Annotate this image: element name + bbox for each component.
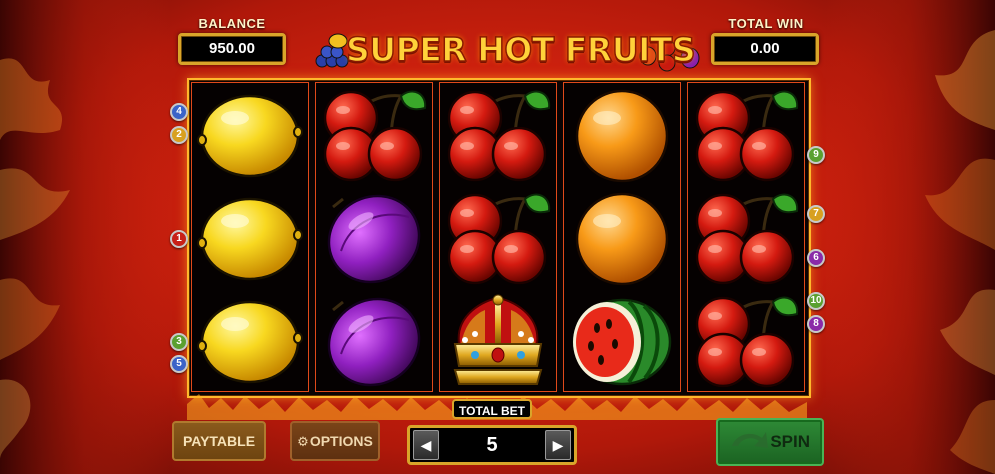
- orange-icon: [575, 89, 669, 183]
- balance-label: BALANCE: [198, 16, 266, 31]
- options-button[interactable]: ⚙OPTIONS: [290, 421, 380, 461]
- payline-marker-7[interactable]: 7: [807, 205, 825, 223]
- plum-icon: [327, 194, 421, 284]
- payline-marker-9[interactable]: 9: [807, 146, 825, 164]
- payline-marker-5[interactable]: 5: [170, 355, 188, 373]
- reel-5: [687, 82, 805, 392]
- spin-button[interactable]: SPIN: [716, 418, 824, 466]
- payline-marker-8[interactable]: 8: [807, 315, 825, 333]
- reel-2: [315, 82, 433, 392]
- total-bet-label: TOTAL BET: [452, 399, 532, 419]
- symbol-lemon: [192, 188, 308, 290]
- options-label: OPTIONS: [309, 433, 373, 449]
- symbol-cherry: [688, 188, 804, 290]
- symbol-orange: [564, 188, 680, 290]
- bet-decrease-button[interactable]: ◀: [413, 430, 439, 460]
- symbol-cherry: [440, 85, 556, 187]
- bet-increase-button[interactable]: ▶: [545, 430, 571, 460]
- watermelon-icon: [572, 298, 672, 386]
- symbol-cherry: [440, 188, 556, 290]
- reel-4: [563, 82, 681, 392]
- symbol-crown: [440, 291, 556, 393]
- plum-icon: [327, 297, 421, 387]
- logo-text: SUPER HOT FRUITS: [345, 29, 696, 70]
- symbol-lemon: [192, 85, 308, 187]
- symbol-cherry: [316, 85, 432, 187]
- reel-1: [191, 82, 309, 392]
- arrow-right-icon: ▶: [552, 437, 564, 453]
- lemon-icon: [197, 300, 303, 384]
- flame-decoration-left: [0, 0, 170, 474]
- payline-marker-4[interactable]: 4: [170, 103, 188, 121]
- cherry-icon: [323, 90, 427, 182]
- symbol-plum: [316, 188, 432, 290]
- spin-label: SPIN: [770, 432, 810, 451]
- payline-marker-6[interactable]: 6: [807, 249, 825, 267]
- gear-icon: ⚙: [297, 434, 309, 449]
- arrow-left-icon: ◀: [420, 437, 432, 453]
- bet-selector: ◀ 5 ▶: [407, 425, 577, 465]
- cherry-icon: [695, 296, 799, 388]
- lemon-icon: [197, 94, 303, 178]
- orange-icon: [575, 192, 669, 286]
- symbol-orange: [564, 85, 680, 187]
- spin-arrow-icon: [732, 432, 768, 448]
- bet-value: 5: [486, 434, 498, 456]
- cherry-icon: [695, 90, 799, 182]
- total-win-value: 0.00: [711, 33, 819, 65]
- symbol-cherry: [688, 291, 804, 393]
- lemon-icon: [197, 197, 303, 281]
- paytable-button[interactable]: PAYTABLE: [172, 421, 266, 461]
- balance-value: 950.00: [178, 33, 286, 65]
- game-logo: SUPER HOT FRUITS: [312, 28, 707, 74]
- cherry-icon: [695, 193, 799, 285]
- payline-marker-1[interactable]: 1: [170, 230, 188, 248]
- symbol-plum: [316, 291, 432, 393]
- symbol-cherry: [688, 85, 804, 187]
- cherry-icon: [447, 193, 551, 285]
- flame-decoration-right: [825, 0, 995, 474]
- payline-marker-2[interactable]: 2: [170, 126, 188, 144]
- symbol-watermelon: [564, 291, 680, 393]
- crown-icon: [453, 294, 543, 385]
- cherry-icon: [447, 90, 551, 182]
- reel-area: [187, 78, 811, 398]
- total-win-label: TOTAL WIN: [728, 16, 804, 31]
- payline-marker-3[interactable]: 3: [170, 333, 188, 351]
- symbol-lemon: [192, 291, 308, 393]
- payline-marker-10[interactable]: 10: [807, 292, 825, 310]
- reel-3: [439, 82, 557, 392]
